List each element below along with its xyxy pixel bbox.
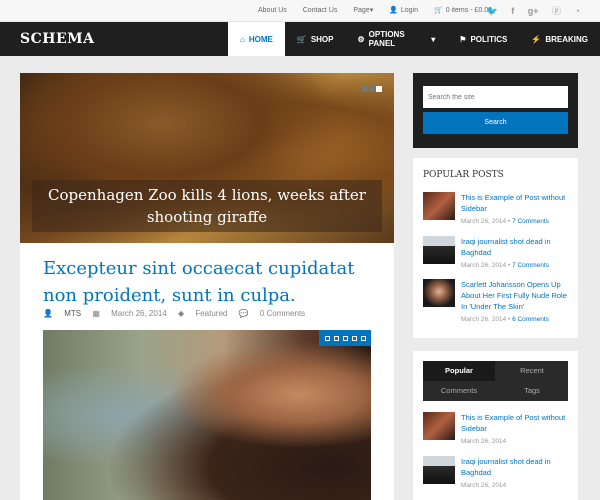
nav-breaking-label: BREAKING xyxy=(545,34,588,44)
popular-post-date: March 26, 2014 xyxy=(461,316,507,323)
slider-pagination xyxy=(361,86,382,92)
gallery-pagination xyxy=(319,330,371,346)
post-category-label: Featured xyxy=(195,309,228,318)
post-date: ▦ March 26, 2014 xyxy=(92,309,166,318)
post-title[interactable]: Excepteur sint occaecat cupidatat non pr… xyxy=(43,255,383,309)
search-button[interactable]: Search xyxy=(423,112,568,134)
nav-options-panel[interactable]: ⚙ OPTIONS PANEL ▾ xyxy=(345,22,447,56)
tab-post-date: March 26, 2014 xyxy=(461,438,507,445)
popular-post-title[interactable]: Iraqi journalist shot dead in Baghdad xyxy=(461,236,573,258)
user-icon: 👤 xyxy=(43,309,53,318)
slider-caption[interactable]: Copenhagen Zoo kills 4 lions, weeks afte… xyxy=(32,180,382,232)
tab-comments[interactable]: Comments xyxy=(423,381,495,401)
social-icons: 🐦 f g+ ⓟ ◔ xyxy=(476,4,581,17)
slider-dot[interactable] xyxy=(362,86,368,92)
tab-post-title[interactable]: Iraqi journalist shot dead in Baghdad xyxy=(461,456,573,478)
tab-post-date: March 26, 2014 xyxy=(461,482,507,489)
tabs-widget: Popular Recent Comments Tags This is Exa… xyxy=(413,351,578,500)
nav-home-label: HOME xyxy=(248,34,273,44)
post-image-gallery[interactable] xyxy=(43,330,371,500)
page-menu[interactable]: Page▾ xyxy=(353,7,373,14)
post-date-label: March 26, 2014 xyxy=(111,309,167,318)
site-header: SCHEMA ⌂ HOME 🛒 SHOP ⚙ OPTIONS PANEL ▾ ⚑ POLI… xyxy=(0,22,600,56)
rss-icon[interactable]: ◔ xyxy=(575,6,580,16)
popular-post-title[interactable]: Scarlett Johansson Opens Up About Her Fi… xyxy=(461,279,573,312)
gallery-dot[interactable] xyxy=(351,335,357,341)
tab-popular[interactable]: Popular xyxy=(423,361,495,381)
user-icon: 👤 xyxy=(389,7,398,14)
cart-icon: 🛒 xyxy=(296,34,307,44)
popular-posts-widget: POPULAR POSTS This is Example of Post wi… xyxy=(413,158,578,338)
popular-post-meta: March 26, 2014 • 6 Comments xyxy=(461,316,549,323)
contact-us-link[interactable]: Contact Us xyxy=(303,7,338,14)
nav-home[interactable]: ⌂ HOME xyxy=(228,22,285,56)
post-thumbnail[interactable] xyxy=(423,456,455,484)
login-link[interactable]: 👤 Login xyxy=(389,7,418,14)
caret-down-icon: ▾ xyxy=(369,7,374,14)
main-content: Copenhagen Zoo kills 4 lions, weeks afte… xyxy=(20,73,394,500)
gallery-dot[interactable] xyxy=(360,335,366,341)
gallery-dot[interactable] xyxy=(333,335,339,341)
tag-icon: ◆ xyxy=(177,309,185,318)
tab-tags[interactable]: Tags xyxy=(496,381,568,401)
popular-post-comments[interactable]: 7 Comments xyxy=(512,218,549,225)
caret-down-icon: ▾ xyxy=(431,34,436,44)
site-logo[interactable]: SCHEMA xyxy=(20,31,95,47)
calendar-icon: ▦ xyxy=(92,309,100,318)
post-thumbnail[interactable] xyxy=(423,192,455,220)
tab-post-title[interactable]: This is Example of Post without Sidebar xyxy=(461,412,573,434)
about-us-link[interactable]: About Us xyxy=(258,7,287,14)
comments-icon: 💬 xyxy=(238,309,249,318)
tab-recent[interactable]: Recent xyxy=(496,361,568,381)
home-icon: ⌂ xyxy=(240,34,245,44)
top-links: About Us Contact Us Page▾ 👤 Login 🛒 0 item… xyxy=(258,6,506,14)
featured-slider[interactable]: Copenhagen Zoo kills 4 lions, weeks afte… xyxy=(20,73,394,243)
popular-post-meta: March 26, 2014 • 7 Comments xyxy=(461,262,549,269)
flag-icon: ⚑ xyxy=(459,34,467,44)
nav-breaking[interactable]: ⚡ BREAKING xyxy=(519,22,600,56)
post-comments[interactable]: 💬 0 Comments xyxy=(239,309,306,318)
facebook-icon[interactable]: f xyxy=(511,6,514,16)
nav-shop-label: SHOP xyxy=(310,34,334,44)
widget-title: POPULAR POSTS xyxy=(423,170,504,180)
nav-politics-label: POLITICS xyxy=(470,34,508,44)
search-widget: Search xyxy=(413,73,578,148)
slider-dot-active[interactable] xyxy=(376,86,382,92)
popular-post-date: March 26, 2014 xyxy=(461,262,507,269)
gallery-dot[interactable] xyxy=(342,335,348,341)
tab-bar: Popular Recent Comments Tags xyxy=(423,361,568,401)
bolt-icon: ⚡ xyxy=(531,34,542,44)
popular-post-title[interactable]: This is Example of Post without Sidebar xyxy=(461,192,573,214)
post-author-label: MTS xyxy=(64,309,82,318)
twitter-icon[interactable]: 🐦 xyxy=(487,6,498,16)
post-category[interactable]: ◆ Featured xyxy=(178,309,227,318)
popular-post-comments[interactable]: 6 Comments xyxy=(512,316,549,323)
post-comments-label: 0 Comments xyxy=(259,309,306,318)
gallery-dot[interactable] xyxy=(324,335,330,341)
post-thumbnail[interactable] xyxy=(423,236,455,264)
popular-post-meta: March 26, 2014 • 7 Comments xyxy=(461,218,549,225)
main-nav: ⌂ HOME 🛒 SHOP ⚙ OPTIONS PANEL ▾ ⚑ POLITICS ⚡ B… xyxy=(228,22,600,56)
post-thumbnail[interactable] xyxy=(423,412,455,440)
google-plus-icon[interactable]: g+ xyxy=(528,6,539,16)
page-menu-label: Page xyxy=(353,7,370,14)
top-bar: About Us Contact Us Page▾ 👤 Login 🛒 0 item… xyxy=(0,0,600,22)
post-author[interactable]: 👤 MTS xyxy=(43,309,81,318)
nav-politics[interactable]: ⚑ POLITICS xyxy=(447,22,519,56)
nav-shop[interactable]: 🛒 SHOP xyxy=(285,22,346,56)
cart-icon: 🛒 xyxy=(433,7,443,14)
popular-post-comments[interactable]: 7 Comments xyxy=(512,262,549,269)
pinterest-icon[interactable]: ⓟ xyxy=(552,6,561,16)
post-meta: 👤 MTS ▦ March 26, 2014 ◆ Featured 💬 0 Co… xyxy=(43,309,314,318)
search-input[interactable] xyxy=(423,86,568,108)
post-thumbnail[interactable] xyxy=(423,279,455,307)
nav-options-label: OPTIONS PANEL xyxy=(368,30,405,48)
slider-dot[interactable] xyxy=(369,86,375,92)
login-label: Login xyxy=(400,7,419,14)
popular-post-date: March 26, 2014 xyxy=(461,218,507,225)
gears-icon: ⚙ xyxy=(357,34,365,44)
